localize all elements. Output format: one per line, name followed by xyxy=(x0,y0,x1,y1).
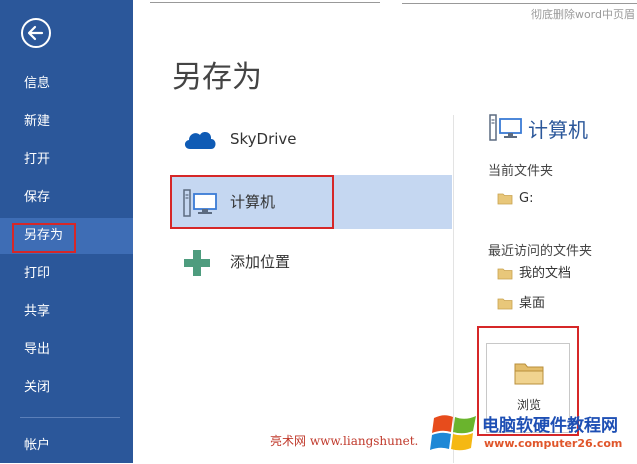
place-label: SkyDrive xyxy=(230,130,297,148)
site-watermark-text: 亮术网 www.liangshunet. xyxy=(270,434,419,448)
nav-print[interactable]: 打印 xyxy=(0,256,133,292)
folder-icon xyxy=(497,298,513,310)
current-folder-label: 当前文件夹 xyxy=(488,164,554,179)
folder-item-g[interactable]: G: xyxy=(497,188,533,210)
highlight-save-as xyxy=(12,223,76,253)
cloud-icon xyxy=(184,131,216,149)
plus-icon xyxy=(184,250,210,276)
place-skydrive[interactable]: SkyDrive xyxy=(170,112,452,166)
nav-new[interactable]: 新建 xyxy=(0,104,133,140)
page-title: 另存为 xyxy=(172,60,262,95)
folder-icon xyxy=(497,193,513,205)
place-label: 添加位置 xyxy=(230,253,291,271)
folder-item-desktop[interactable]: 桌面 xyxy=(497,293,545,315)
back-button[interactable] xyxy=(21,18,51,48)
logo-url: www.computer26.com xyxy=(484,437,623,450)
nav-export[interactable]: 导出 xyxy=(0,332,133,368)
back-arrow-icon xyxy=(27,25,44,41)
right-panel-title: 计算机 xyxy=(528,118,588,142)
nav-save[interactable]: 保存 xyxy=(0,180,133,216)
nav-share[interactable]: 共享 xyxy=(0,294,133,330)
folder-icon xyxy=(497,268,513,280)
nav-info[interactable]: 信息 xyxy=(0,66,133,102)
windows-logo-icon xyxy=(430,415,476,451)
top-input-edge-right xyxy=(402,0,637,4)
highlight-computer xyxy=(170,175,334,229)
recent-folders-label: 最近访问的文件夹 xyxy=(488,244,593,259)
place-add-location[interactable]: 添加位置 xyxy=(170,235,452,289)
computer-icon xyxy=(489,114,522,141)
sidebar-divider xyxy=(20,417,120,418)
top-watermark: 彻底删除word中页眉 xyxy=(530,8,635,21)
folder-name: 我的文档 xyxy=(519,266,572,281)
nav-close[interactable]: 关闭 xyxy=(0,370,133,406)
logo-title: 电脑软硬件教程网 xyxy=(482,416,618,436)
folder-item-documents[interactable]: 我的文档 xyxy=(497,263,571,285)
nav-open[interactable]: 打开 xyxy=(0,142,133,178)
folder-name: 桌面 xyxy=(519,296,546,311)
folder-name: G: xyxy=(519,191,534,206)
top-input-edge xyxy=(150,0,380,3)
nav-account[interactable]: 帐户 xyxy=(0,428,133,464)
